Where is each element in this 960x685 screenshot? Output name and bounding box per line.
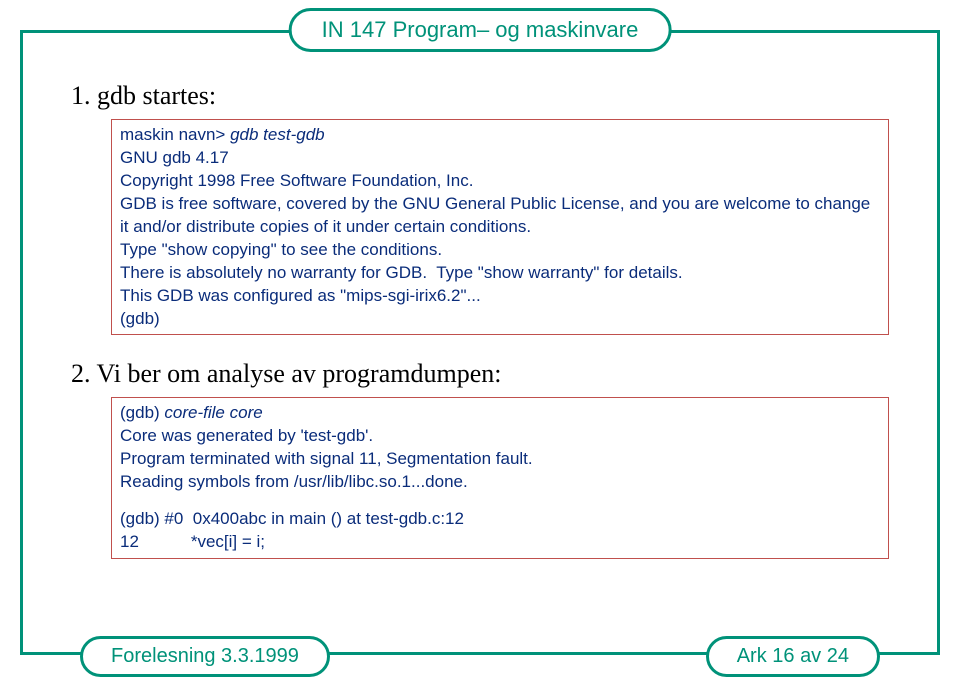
- user-input: core-file core: [164, 403, 262, 422]
- page-title-pill: IN 147 Program– og maskinvare: [289, 8, 672, 52]
- code-line: This GDB was configured as "mips-sgi-iri…: [120, 285, 880, 308]
- code-line: Reading symbols from /usr/lib/libc.so.1.…: [120, 471, 880, 494]
- footer-page-number: Ark 16 av 24: [737, 645, 849, 667]
- output-text: This GDB was configured as "mips-sgi-iri…: [120, 286, 481, 305]
- output-text: Copyright 1998 Free Software Foundation,…: [120, 171, 473, 190]
- output-text: maskin navn>: [120, 125, 230, 144]
- output-text: 12 *vec[i] = i;: [120, 532, 265, 551]
- code-box-core-dump: (gdb) core-file coreCore was generated b…: [111, 397, 889, 559]
- output-text: (gdb) #0 0x400abc in main () at test-gdb…: [120, 509, 464, 528]
- code-line: 12 *vec[i] = i;: [120, 531, 880, 554]
- code-line: (gdb): [120, 308, 880, 331]
- output-text: Reading symbols from /usr/lib/libc.so.1.…: [120, 472, 468, 491]
- output-text: There is absolutely no warranty for GDB.…: [120, 263, 683, 282]
- code-line: Program terminated with signal 11, Segme…: [120, 448, 880, 471]
- footer-right-pill: Ark 16 av 24: [706, 636, 880, 677]
- code-line: Core was generated by 'test-gdb'.: [120, 425, 880, 448]
- code-line: GDB is free software, covered by the GNU…: [120, 193, 880, 239]
- footer-lecture-date: Forelesning 3.3.1999: [111, 645, 299, 667]
- section2-heading: 2. Vi ber om analyse av programdumpen:: [71, 359, 889, 389]
- outer-frame: 1. gdb startes: maskin navn> gdb test-gd…: [20, 30, 940, 655]
- page-title: IN 147 Program– og maskinvare: [322, 17, 639, 42]
- code-line: Copyright 1998 Free Software Foundation,…: [120, 170, 880, 193]
- content-area: 1. gdb startes: maskin navn> gdb test-gd…: [23, 33, 937, 603]
- code-line: (gdb) #0 0x400abc in main () at test-gdb…: [120, 508, 880, 531]
- section1-heading: 1. gdb startes:: [71, 81, 889, 111]
- code-line: maskin navn> gdb test-gdb: [120, 124, 880, 147]
- code-line: There is absolutely no warranty for GDB.…: [120, 262, 880, 285]
- output-text: (gdb): [120, 309, 160, 328]
- output-text: GNU gdb 4.17: [120, 148, 229, 167]
- output-text: (gdb): [120, 403, 164, 422]
- code-box-gdb-start: maskin navn> gdb test-gdbGNU gdb 4.17 Cop…: [111, 119, 889, 335]
- code-line: Type "show copying" to see the condition…: [120, 239, 880, 262]
- user-input: gdb test-gdb: [230, 125, 325, 144]
- code-line: GNU gdb 4.17: [120, 147, 880, 170]
- output-text: Core was generated by 'test-gdb'.: [120, 426, 373, 445]
- output-text: GDB is free software, covered by the GNU…: [120, 194, 875, 236]
- blank-line: [120, 494, 880, 508]
- output-text: Type "show copying" to see the condition…: [120, 240, 442, 259]
- output-text: Program terminated with signal 11, Segme…: [120, 449, 533, 468]
- code-line: (gdb) core-file core: [120, 402, 880, 425]
- footer-left-pill: Forelesning 3.3.1999: [80, 636, 330, 677]
